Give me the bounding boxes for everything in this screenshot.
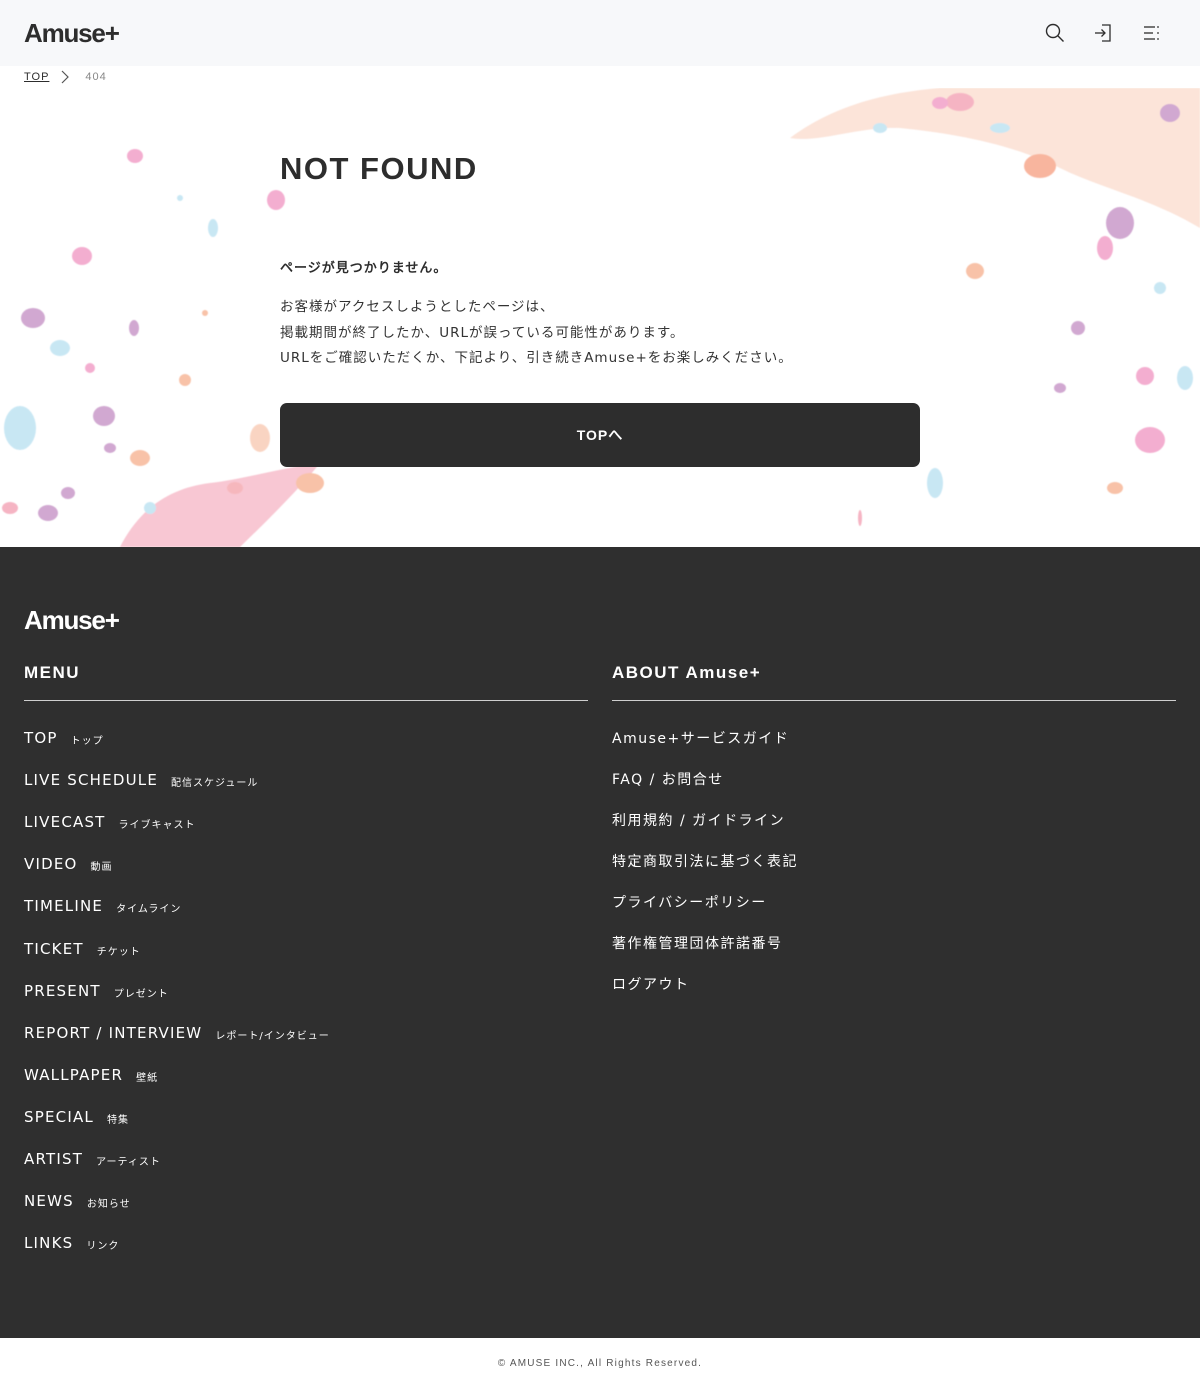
menu-item-label: NEWS (24, 1192, 74, 1211)
site-footer: Amuse+ MENU TOP トップ LIVE SCHEDULE 配信スケジュール… (0, 547, 1200, 1338)
back-to-top-button[interactable]: TOPへ (280, 403, 920, 467)
not-found-message: お客様がアクセスしようとしたページは、 掲載期間が終了したか、URLが誤っている… (280, 295, 793, 372)
menu-item-sublabel: タイムライン (116, 904, 182, 916)
footer-menu-item-report-interview[interactable]: REPORT / INTERVIEW レポート/インタビュー (24, 1012, 588, 1054)
footer-about-commercial-law[interactable]: 特定商取引法に基づく表記 (612, 840, 1176, 881)
header-actions (1044, 22, 1162, 44)
footer-about-faq[interactable]: FAQ / お問合せ (612, 758, 1176, 799)
back-to-top-label: TOPへ (576, 427, 624, 443)
footer-about-service-guide[interactable]: Amuse+サービスガイド (612, 717, 1176, 758)
menu-item-sublabel: トップ (70, 736, 104, 748)
menu-item-sublabel: 動画 (90, 862, 113, 874)
menu-item-sublabel: アーティスト (96, 1156, 161, 1168)
footer-menu-item-links[interactable]: LINKS リンク (24, 1222, 588, 1264)
menu-item-sublabel: ライブキャスト (118, 820, 196, 832)
footer-about-logout[interactable]: ログアウト (612, 963, 1176, 1004)
page-title: NOT FOUND (280, 151, 478, 186)
menu-item-sublabel: お知らせ (86, 1199, 131, 1211)
breadcrumb-current: 404 (85, 71, 107, 83)
breadcrumb-top-link[interactable]: TOP (24, 71, 49, 83)
footer-menu-item-ticket[interactable]: TICKET チケット (24, 927, 588, 969)
footer-menu-item-artist[interactable]: ARTIST アーティスト (24, 1138, 588, 1180)
message-line: URLをご確認いただくか、下記より、引き続きAmuse+をお楽しみください。 (280, 350, 793, 366)
message-line: お客様がアクセスしようとしたページは、 (280, 299, 555, 315)
footer-menu-item-top[interactable]: TOP トップ (24, 717, 588, 759)
footer-menu-item-news[interactable]: NEWS お知らせ (24, 1180, 588, 1222)
footer-menu-column: MENU TOP トップ LIVE SCHEDULE 配信スケジュール LIVECA… (24, 663, 588, 1264)
menu-item-label: LINKS (24, 1234, 74, 1253)
search-icon[interactable] (1044, 22, 1066, 44)
not-found-section: NOT FOUND ページが見つかりません。 お客様がアクセスしようとしたページ… (0, 88, 1200, 547)
footer-menu-item-wallpaper[interactable]: WALLPAPER 壁紙 (24, 1054, 588, 1096)
chevron-right-icon (61, 70, 73, 84)
not-found-lead: ページが見つかりません。 (280, 261, 448, 276)
breadcrumb: TOP 404 (24, 66, 107, 88)
footer-logo[interactable]: Amuse+ (24, 605, 120, 636)
menu-item-label: PRESENT (24, 981, 101, 1000)
menu-item-label: LIVECAST (24, 813, 106, 832)
site-logo[interactable]: Amuse+ (24, 18, 120, 49)
menu-item-label: TOP (24, 729, 58, 748)
menu-item-sublabel: チケット (96, 946, 141, 958)
footer-about-heading: ABOUT Amuse+ (612, 663, 762, 682)
menu-item-sublabel: プレゼント (113, 988, 169, 1000)
menu-item-label: VIDEO (24, 855, 78, 874)
menu-item-sublabel: レポート/インタビュー (215, 1030, 330, 1042)
login-icon[interactable] (1092, 22, 1114, 44)
footer-menu-item-live-schedule[interactable]: LIVE SCHEDULE 配信スケジュール (24, 759, 588, 801)
copyright-text: © AMUSE INC., All Rights Reserved. (0, 1338, 1200, 1388)
footer-menu-item-present[interactable]: PRESENT プレゼント (24, 970, 588, 1012)
menu-item-label: TICKET (24, 939, 84, 958)
footer-about-list: Amuse+サービスガイド FAQ / お問合せ 利用規約 / ガイドライン 特… (612, 701, 1176, 1004)
menu-item-sublabel: 特集 (106, 1114, 129, 1126)
footer-menu-item-timeline[interactable]: TIMELINE タイムライン (24, 885, 588, 927)
menu-item-sublabel: リンク (86, 1241, 120, 1253)
footer-menu-heading: MENU (24, 663, 81, 682)
menu-item-label: REPORT / INTERVIEW (24, 1023, 203, 1042)
footer-menu-item-special[interactable]: SPECIAL 特集 (24, 1096, 588, 1138)
menu-item-label: SPECIAL (24, 1107, 94, 1126)
footer-menu-list: TOP トップ LIVE SCHEDULE 配信スケジュール LIVECAST ライブ… (24, 701, 588, 1264)
menu-item-label: LIVE SCHEDULE (24, 771, 159, 790)
footer-about-privacy-policy[interactable]: プライバシーポリシー (612, 881, 1176, 922)
menu-item-label: WALLPAPER (24, 1065, 124, 1084)
footer-about-copyright-license[interactable]: 著作権管理団体許諾番号 (612, 922, 1176, 963)
menu-item-sublabel: 配信スケジュール (171, 778, 259, 790)
message-line: 掲載期間が終了したか、URLが誤っている可能性があります。 (280, 324, 685, 341)
footer-about-terms[interactable]: 利用規約 / ガイドライン (612, 799, 1176, 840)
footer-menu-item-livecast[interactable]: LIVECAST ライブキャスト (24, 801, 588, 843)
footer-about-column: ABOUT Amuse+ Amuse+サービスガイド FAQ / お問合せ 利用… (612, 663, 1176, 1004)
footer-menu-item-video[interactable]: VIDEO 動画 (24, 843, 588, 885)
site-header: Amuse+ (0, 0, 1200, 66)
menu-item-label: TIMELINE (24, 897, 104, 916)
menu-icon[interactable] (1140, 22, 1162, 44)
menu-item-sublabel: 壁紙 (136, 1072, 159, 1084)
menu-item-label: ARTIST (24, 1149, 84, 1168)
